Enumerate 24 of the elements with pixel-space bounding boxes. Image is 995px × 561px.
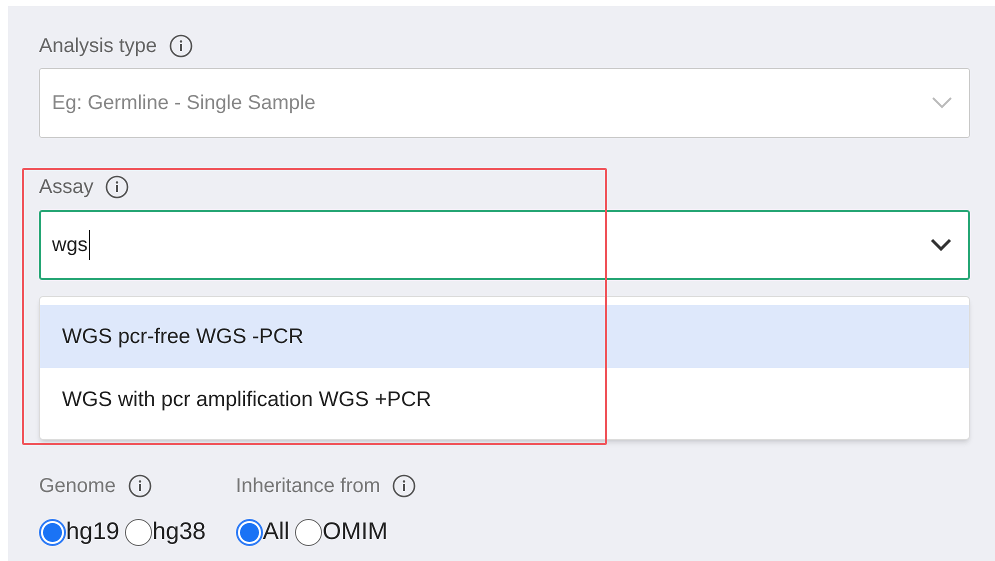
radio-button[interactable]: [295, 518, 322, 546]
info-icon[interactable]: [392, 474, 416, 498]
radio-option[interactable]: OMIM: [295, 514, 388, 550]
radio-option[interactable]: hg19: [39, 514, 120, 550]
dropdown-option[interactable]: WGS with pcr amplification WGS +PCR: [40, 368, 969, 431]
radio-button[interactable]: [125, 518, 152, 546]
radio-button[interactable]: [39, 518, 66, 546]
chevron-down-icon: [931, 96, 953, 110]
dropdown-option[interactable]: WGS pcr-free WGS -PCR: [40, 305, 969, 368]
info-icon[interactable]: [168, 34, 193, 58]
chevron-down-icon: [930, 238, 952, 252]
field-label: Assay: [39, 175, 94, 200]
placeholder-text: Eg: Germline - Single Sample: [52, 91, 316, 116]
input-value: wgs: [52, 230, 90, 260]
radio-option[interactable]: All: [236, 514, 290, 550]
radio-button[interactable]: [236, 518, 263, 546]
analysis-type-dropdown[interactable]: Eg: Germline - Single Sample: [39, 68, 970, 138]
field-label: Genome: [39, 474, 116, 499]
field-label: Inheritance from: [236, 474, 380, 499]
field-label: Analysis type: [39, 34, 157, 59]
radio-option[interactable]: hg38: [125, 514, 206, 550]
assay-input[interactable]: wgs: [39, 210, 970, 280]
info-icon[interactable]: [105, 175, 130, 199]
info-icon[interactable]: [128, 474, 152, 498]
